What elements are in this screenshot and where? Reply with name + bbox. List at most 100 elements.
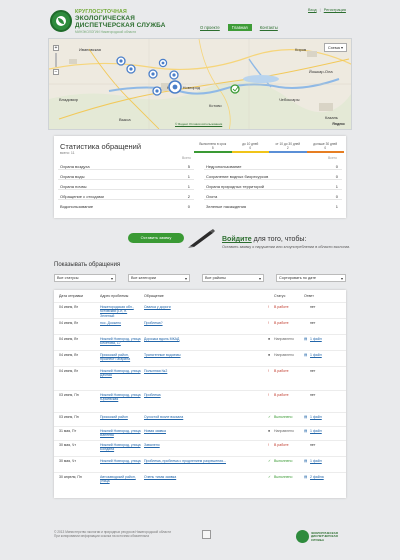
row-answer: нет (310, 321, 316, 325)
login-link[interactable]: Вход (308, 8, 317, 12)
row-address-link[interactable]: Нижний Новгород, улица Ванеева (100, 429, 142, 438)
nav-about[interactable]: О проекте (198, 24, 222, 31)
row-status-badge: Направлено (274, 337, 294, 341)
row-answer[interactable]: 2 файла (310, 475, 340, 479)
row-date: 03 июня, Пн (59, 393, 79, 397)
table-row[interactable]: 04 июня, Вт Нижний Новгород, улица Бекето… (54, 334, 346, 350)
brand-title[interactable]: КРУГЛОСУТОЧНАЯ ЭКОЛОГИЧЕСКАЯ ДИСПЕТЧЕРСК… (75, 9, 185, 34)
row-address-link[interactable]: Приокский район, проспект Гагарина (100, 353, 142, 362)
stats-row[interactable]: Охрана воздуха 5 (58, 162, 194, 170)
col-header-date[interactable]: Дата отправки (59, 294, 83, 298)
row-topic-link[interactable]: Проблема (144, 393, 270, 397)
map-copyright[interactable]: © Яндекс Условия использования (175, 122, 222, 126)
table-row[interactable]: 30 мая, Чт Нижний Новгород, улица Болдина… (54, 440, 346, 456)
table-row[interactable]: 04 июня, Вт Приокский район, проспект Гаг… (54, 350, 346, 366)
row-address-link[interactable]: Автозаводский район, улица (100, 475, 142, 484)
row-answer[interactable]: 1 файл (310, 337, 340, 341)
row-topic-link[interactable]: Новая заявка (144, 429, 270, 433)
table-row[interactable]: 04 июня, Вт пос. Доскино Проблема?! В работ… (54, 318, 346, 334)
bar-orange (306, 151, 344, 153)
row-address-link[interactable]: Нижний Новгород, улица Болдина (100, 443, 142, 452)
row-answer: нет (310, 305, 316, 309)
stats-panel: Статистика обращений всего: 11 Выполнено… (54, 136, 346, 218)
logo-icon[interactable] (50, 10, 72, 32)
row-answer[interactable]: 1 файл (310, 415, 340, 419)
footer-logo[interactable]: ЭКОЛОГИЧЕСКАЯ ДИСПЕТЧЕРСКАЯ СЛУЖБА (296, 530, 352, 544)
table-row[interactable]: 31 мая, Пт Нижний Новгород, улица Ванеева… (54, 426, 346, 440)
row-topic-link[interactable]: Проблема? (144, 321, 270, 325)
stats-total: всего: 11 (60, 151, 75, 155)
row-status-badge: В работе (274, 369, 289, 373)
col-header-answer[interactable]: Ответ (304, 294, 314, 298)
table-row[interactable]: 04 июня, Вт Нижний Новгород, улица Дачная… (54, 366, 346, 390)
row-address-link[interactable]: пос. Доскино (100, 321, 142, 325)
stats-row[interactable]: Водопользование 0 (58, 202, 194, 210)
footer-logo-icon (296, 530, 309, 543)
row-date: 30 апреля, Пн (59, 475, 82, 479)
row-answer[interactable]: 1 файл (310, 429, 340, 433)
table-row[interactable]: 30 апреля, Пн Автозаводский район, улица О… (54, 472, 346, 486)
chevron-down-icon: ▾ (184, 276, 187, 281)
row-address-link[interactable]: Нижний Новгород, улица Бекетова, 17 (100, 337, 142, 346)
stats-row[interactable]: Зеленые насаждения 1 (204, 202, 342, 210)
stats-color-bar (194, 151, 344, 153)
row-topic-link[interactable]: Проблема, проблема с продлением разрешен… (144, 459, 270, 463)
legend-total: Выполнено в срок 5 (199, 142, 227, 150)
row-topic-link[interactable]: Завалено (144, 443, 270, 447)
brand-subline: МИНЭКОЛОГИИ Нижегородской области (75, 30, 137, 34)
stats-row[interactable]: Охрана воды 1 (58, 172, 194, 180)
row-answer[interactable]: 1 файл (310, 353, 340, 357)
row-topic-link[interactable]: Трансгенные водоемы (144, 353, 270, 357)
nav-contacts[interactable]: Контакты (258, 24, 280, 31)
col-header-topic[interactable]: Обращение (144, 294, 164, 298)
table-row[interactable]: 30 мая, Чт Нижний Новгород, улица Проблема… (54, 456, 346, 472)
row-topic-link[interactable]: Дорожка вдоль МКАД (144, 337, 270, 341)
main-nav: О проекте Главная Контакты (198, 24, 280, 31)
footer-counter-icon[interactable] (202, 530, 211, 539)
submit-request-button[interactable]: Оставить заявку (128, 233, 184, 243)
row-topic-link[interactable]: Очень тихая заявка (144, 475, 270, 479)
status-filter-select[interactable]: Все статусы ▾ (54, 274, 116, 282)
row-topic-link[interactable]: Сухостой возле вокзала (144, 415, 270, 419)
register-link[interactable]: Регистрация (324, 8, 346, 12)
map[interactable]: + − Схема ▾ Ивановская Владимир Нижний Н… (48, 38, 352, 130)
pen-icon (188, 229, 215, 248)
row-answer[interactable]: 1 файл (310, 459, 340, 463)
map-provider-logo[interactable]: Яндекс (332, 122, 345, 126)
row-address-link[interactable]: Нижегородская обл., Кстовский р-н, п. Зе… (100, 305, 142, 318)
stats-row[interactable]: Обращение с отходами 2 (58, 192, 194, 200)
row-address-link[interactable]: Нижний Новгород, улица Юрьевская (100, 393, 142, 402)
row-status-badge: Направлено (274, 429, 294, 433)
col-header-address[interactable]: Адрес проблемы (100, 294, 128, 298)
login-heading-link[interactable]: Войдите (222, 236, 252, 243)
stats-row[interactable]: Охрана почвы 1 (58, 182, 194, 190)
table-row[interactable]: 03 июня, Пн Нижний Новгород, улица Юрьевс… (54, 390, 346, 412)
table-row[interactable]: 03 июня, Пн Приокский район Сухостой возле… (54, 412, 346, 426)
sort-select[interactable]: Сортировать по дате ▾ (276, 274, 346, 282)
chevron-down-icon: ▾ (340, 276, 343, 281)
map-markers (116, 56, 240, 96)
nav-home[interactable]: Главная (227, 24, 252, 31)
row-status-badge: В работе (274, 443, 289, 447)
stats-row[interactable]: Охота 0 (204, 192, 342, 200)
auth-links: Вход | Регистрация (308, 8, 346, 12)
row-address-link[interactable]: Приокский район (100, 415, 142, 419)
stats-row[interactable]: Сохранение водных биоресурсов 0 (204, 172, 342, 180)
category-filter-select[interactable]: Все категории ▾ (128, 274, 190, 282)
row-status-badge: В работе (274, 393, 289, 397)
row-date: 30 мая, Чт (59, 459, 76, 463)
stats-right-header: Всего (328, 156, 337, 160)
col-header-status[interactable]: Статус (274, 294, 285, 298)
row-status-badge: В работе (274, 321, 289, 325)
row-topic-link[interactable]: Полынная №2 (144, 369, 270, 373)
row-topic-link[interactable]: Свалка у дороги (144, 305, 270, 309)
row-address-link[interactable]: Нижний Новгород, улица Дачная (100, 369, 142, 378)
table-row[interactable]: 04 июня, Вт Нижегородская обл., Кстовский… (54, 302, 346, 318)
stats-row[interactable]: Охрана природных территорий 1 (204, 182, 342, 190)
stats-row[interactable]: Недропользование 0 (204, 162, 342, 170)
warning-icon: ! (268, 369, 269, 373)
warning-icon: ! (268, 443, 269, 447)
requests-table: Дата отправки Адрес проблемы Обращение С… (54, 290, 346, 498)
district-filter-select[interactable]: Все районы ▾ (202, 274, 264, 282)
row-address-link[interactable]: Нижний Новгород, улица (100, 459, 142, 463)
